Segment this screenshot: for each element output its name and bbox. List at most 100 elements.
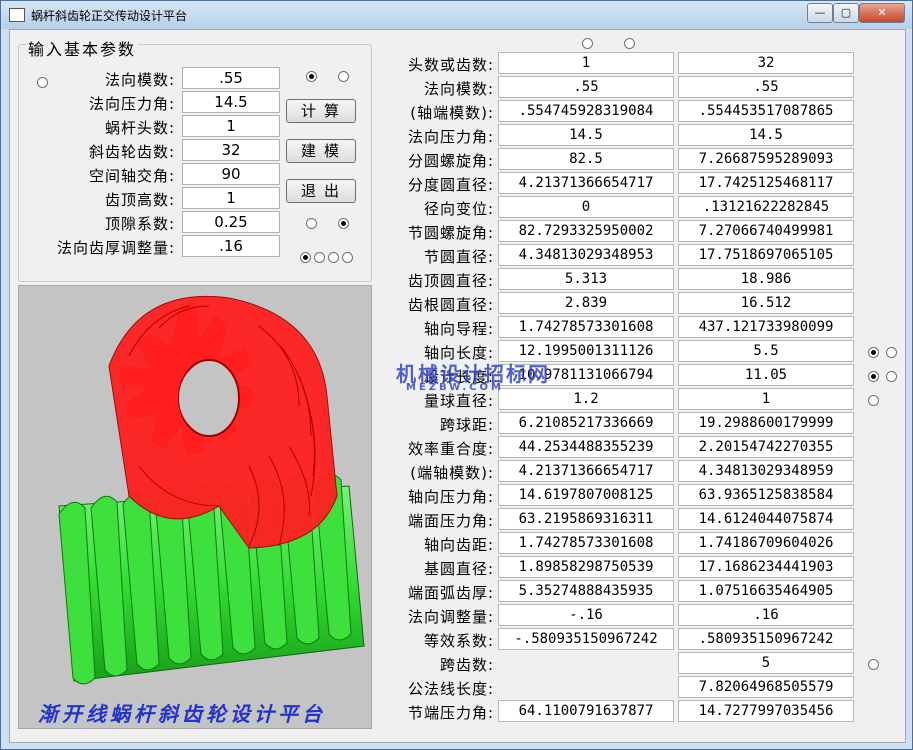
result-gear-value[interactable]: 19.2988600179999	[678, 412, 854, 434]
result-label: 公法线长度:	[407, 680, 494, 698]
result-worm-value[interactable]: 1.74278573301608	[498, 532, 674, 554]
result-worm-value[interactable]: .554745928319084	[498, 100, 674, 122]
result-worm-value[interactable]: .55	[498, 76, 674, 98]
option-radio-c2[interactable]	[314, 252, 325, 263]
result-worm-value[interactable]: 2.839	[498, 292, 674, 314]
result-worm-value[interactable]: 4.21371366654717	[498, 460, 674, 482]
banner-text: 渐开线蜗杆斜齿轮设计平台	[38, 702, 326, 726]
option-radio-b2[interactable]	[338, 218, 349, 229]
result-gear-value[interactable]: 2.20154742270355	[678, 436, 854, 458]
option-radio-c3[interactable]	[328, 252, 339, 263]
result-gear-value[interactable]: .16	[678, 604, 854, 626]
clearance-coefficient-input[interactable]: 0.25	[182, 211, 280, 233]
result-gear-value[interactable]: .55	[678, 76, 854, 98]
result-gear-value[interactable]: 1	[678, 388, 854, 410]
results-radio-2[interactable]	[624, 38, 635, 49]
result-gear-value[interactable]: 14.7277997035456	[678, 700, 854, 722]
option-radio-c4[interactable]	[342, 252, 353, 263]
result-worm-value[interactable]: 1.74278573301608	[498, 316, 674, 338]
result-gear-value[interactable]: 17.7518697065105	[678, 244, 854, 266]
result-label: (端轴模数):	[410, 464, 494, 482]
result-label: 头数或齿数:	[407, 56, 494, 74]
result-gear-value[interactable]: 14.6124044075874	[678, 508, 854, 530]
option-radio-b1[interactable]	[306, 218, 317, 229]
result-gear-value[interactable]: 16.512	[678, 292, 854, 314]
normal-pressure-angle-input[interactable]: 14.5	[182, 91, 280, 113]
span-teeth-radio[interactable]	[868, 659, 879, 670]
result-label: (轴端模数):	[410, 104, 494, 122]
thickness-adjustment-input[interactable]: .16	[182, 235, 280, 257]
result-gear-value[interactable]: 7.82064968505579	[678, 676, 854, 698]
result-gear-value[interactable]: 11.05	[678, 364, 854, 386]
result-label: 节端压力角:	[407, 704, 494, 722]
design-length-radio-1[interactable]	[868, 371, 879, 382]
result-label: 端面弧齿厚:	[407, 584, 494, 602]
input-label-shaft-angle: 空间轴交角:	[88, 167, 175, 185]
result-worm-value[interactable]: 1.89858298750539	[498, 556, 674, 578]
result-worm-value[interactable]: 14.5	[498, 124, 674, 146]
result-gear-value[interactable]: 4.34813029348959	[678, 460, 854, 482]
result-worm-value[interactable]: 4.34813029348953	[498, 244, 674, 266]
result-label: 轴向齿距:	[423, 536, 494, 554]
result-gear-value[interactable]: 1.07516635464905	[678, 580, 854, 602]
result-worm-value[interactable]: -.16	[498, 604, 674, 626]
result-gear-value[interactable]: 32	[678, 52, 854, 74]
result-gear-value[interactable]: .580935150967242	[678, 628, 854, 650]
result-label: 齿顶圆直径:	[407, 272, 494, 290]
result-worm-value[interactable]: 63.2195869316311	[498, 508, 674, 530]
result-worm-value[interactable]: 64.1100791637877	[498, 700, 674, 722]
result-label: 端面压力角:	[407, 512, 494, 530]
input-label-gear-teeth: 斜齿轮齿数:	[88, 143, 175, 161]
result-label: 节圆直径:	[423, 248, 494, 266]
option-radio-c1[interactable]	[300, 252, 311, 263]
result-worm-value[interactable]: -.580935150967242	[498, 628, 674, 650]
result-gear-value[interactable]: 17.7425125468117	[678, 172, 854, 194]
option-radio-a1[interactable]	[306, 71, 317, 82]
result-gear-value[interactable]: 7.27066740499981	[678, 220, 854, 242]
input-label-normal-pressure-angle: 法向压力角:	[88, 95, 175, 113]
axial-length-radio-2[interactable]	[886, 347, 897, 358]
maximize-button[interactable]: ▢	[833, 3, 859, 23]
results-radio-1[interactable]	[582, 38, 593, 49]
model-button[interactable]: 建模	[286, 139, 356, 163]
result-gear-value[interactable]: 5	[678, 652, 854, 674]
result-label: 轴向导程:	[423, 320, 494, 338]
result-worm-value[interactable]: 44.2534488355239	[498, 436, 674, 458]
result-gear-value[interactable]: 1.74186709604026	[678, 532, 854, 554]
result-gear-value[interactable]: 5.5	[678, 340, 854, 362]
result-gear-value[interactable]: 18.986	[678, 268, 854, 290]
result-worm-value[interactable]: 0	[498, 196, 674, 218]
result-worm-value[interactable]: 82.5	[498, 148, 674, 170]
addendum-coefficient-input[interactable]: 1	[182, 187, 280, 209]
result-gear-value[interactable]: 63.9365125838584	[678, 484, 854, 506]
close-button[interactable]: ✕	[859, 3, 905, 23]
design-length-radio-2[interactable]	[886, 371, 897, 382]
gear-teeth-input[interactable]: 32	[182, 139, 280, 161]
result-worm-value[interactable]: 1.2	[498, 388, 674, 410]
result-worm-value[interactable]: 82.7293325950002	[498, 220, 674, 242]
axial-length-radio-1[interactable]	[868, 347, 879, 358]
result-gear-value[interactable]: 7.26687595289093	[678, 148, 854, 170]
option-radio-a2[interactable]	[338, 71, 349, 82]
result-worm-value[interactable]: 5.35274888435935	[498, 580, 674, 602]
result-worm-value[interactable]: 14.6197807008125	[498, 484, 674, 506]
minimize-button[interactable]: —	[807, 3, 833, 23]
result-worm-value[interactable]: 6.21085217336669	[498, 412, 674, 434]
result-gear-value[interactable]: .13121622282845	[678, 196, 854, 218]
result-label: 量球直径:	[423, 392, 494, 410]
result-gear-value[interactable]: 14.5	[678, 124, 854, 146]
ball-diameter-radio[interactable]	[868, 395, 879, 406]
result-gear-value[interactable]: 437.121733980099	[678, 316, 854, 338]
result-gear-value[interactable]: 17.1686234441903	[678, 556, 854, 578]
result-worm-value[interactable]: 1	[498, 52, 674, 74]
result-label: 效率重合度:	[407, 440, 494, 458]
normal-module-input[interactable]: .55	[182, 67, 280, 89]
result-worm-value[interactable]: 4.21371366654717	[498, 172, 674, 194]
exit-button[interactable]: 退出	[286, 179, 356, 203]
result-gear-value[interactable]: .554453517087865	[678, 100, 854, 122]
shaft-angle-input[interactable]: 90	[182, 163, 280, 185]
calculate-button[interactable]: 计算	[286, 99, 356, 123]
result-worm-value[interactable]: 5.313	[498, 268, 674, 290]
worm-starts-input[interactable]: 1	[182, 115, 280, 137]
app-window: 蜗杆斜齿轮正交传动设计平台 — ▢ ✕ 输入基本参数 法向模数: .55 法向压…	[0, 0, 913, 750]
